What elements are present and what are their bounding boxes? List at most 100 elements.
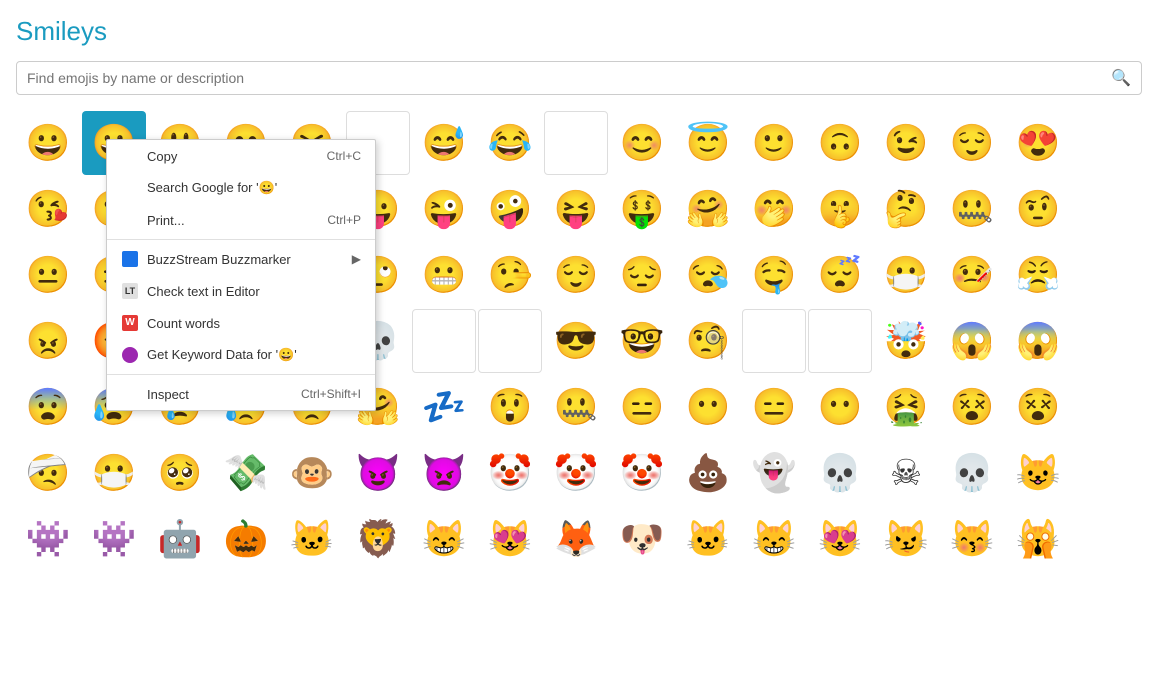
- emoji-cell[interactable]: 🤪: [478, 177, 542, 241]
- emoji-cell[interactable]: 😴: [808, 243, 872, 307]
- emoji-cell[interactable]: 🤨: [1006, 177, 1070, 241]
- search-button[interactable]: 🔍: [1111, 68, 1131, 88]
- search-input[interactable]: [27, 70, 1111, 86]
- emoji-cell[interactable]: 💀: [808, 441, 872, 505]
- context-menu-item-keyword-data[interactable]: Get Keyword Data for '😀': [107, 339, 375, 371]
- emoji-cell[interactable]: 🤤: [742, 243, 806, 307]
- emoji-cell[interactable]: 😵: [1006, 375, 1070, 439]
- emoji-cell[interactable]: 🤗: [676, 177, 740, 241]
- emoji-cell[interactable]: 🤖: [148, 507, 212, 571]
- emoji-cell[interactable]: 😅: [412, 111, 476, 175]
- emoji-cell[interactable]: 🤮: [874, 375, 938, 439]
- emoji-cell[interactable]: 😬: [412, 243, 476, 307]
- emoji-cell[interactable]: 🤓: [610, 309, 674, 373]
- emoji-cell[interactable]: 🧐: [676, 309, 740, 373]
- emoji-cell[interactable]: 😸: [742, 507, 806, 571]
- emoji-cell[interactable]: 🤐: [544, 375, 608, 439]
- emoji-cell[interactable]: 🤒: [940, 243, 1004, 307]
- emoji-cell[interactable]: 😻: [808, 507, 872, 571]
- emoji-cell[interactable]: 😺: [1006, 441, 1070, 505]
- emoji-cell[interactable]: 😸: [412, 507, 476, 571]
- emoji-cell[interactable]: [742, 309, 806, 373]
- emoji-cell[interactable]: 😻: [478, 507, 542, 571]
- emoji-cell[interactable]: 😼: [874, 507, 938, 571]
- emoji-cell[interactable]: 😲: [478, 375, 542, 439]
- emoji-cell[interactable]: 🤑: [610, 177, 674, 241]
- emoji-cell[interactable]: 🐱: [676, 507, 740, 571]
- emoji-cell[interactable]: 😜: [412, 177, 476, 241]
- emoji-cell[interactable]: [544, 111, 608, 175]
- emoji-cell[interactable]: 😊: [610, 111, 674, 175]
- emoji-cell[interactable]: 💸: [214, 441, 278, 505]
- emoji-cell[interactable]: 👿: [412, 441, 476, 505]
- emoji-cell[interactable]: 💀: [940, 441, 1004, 505]
- context-menu-item-copy[interactable]: CopyCtrl+C: [107, 140, 375, 172]
- emoji-cell[interactable]: 🐱: [280, 507, 344, 571]
- emoji-cell[interactable]: 😨: [16, 375, 80, 439]
- emoji-cell[interactable]: 😑: [742, 375, 806, 439]
- emoji-cell[interactable]: 😝: [544, 177, 608, 241]
- context-menu-item-count-words[interactable]: WCount words: [107, 307, 375, 339]
- emoji-cell[interactable]: 🙂: [742, 111, 806, 175]
- emoji-cell[interactable]: 😤: [1006, 243, 1070, 307]
- context-menu-item-buzzstream[interactable]: BuzzStream Buzzmarker▶: [107, 243, 375, 275]
- emoji-cell[interactable]: 😘: [16, 177, 80, 241]
- emoji-cell[interactable]: 😉: [874, 111, 938, 175]
- emoji-cell[interactable]: 🦊: [544, 507, 608, 571]
- emoji-cell[interactable]: 😇: [676, 111, 740, 175]
- emoji-cell[interactable]: 😈: [346, 441, 410, 505]
- emoji-cell[interactable]: 😀: [16, 111, 80, 175]
- emoji-cell[interactable]: 🐵: [280, 441, 344, 505]
- ctx-label-buzzstream: BuzzStream Buzzmarker: [147, 252, 344, 267]
- emoji-cell[interactable]: 😎: [544, 309, 608, 373]
- emoji-cell[interactable]: 🤭: [742, 177, 806, 241]
- emoji-cell[interactable]: 👻: [742, 441, 806, 505]
- emoji-cell[interactable]: 🤫: [808, 177, 872, 241]
- emoji-cell[interactable]: [478, 309, 542, 373]
- emoji-cell[interactable]: 👾: [16, 507, 80, 571]
- emoji-cell[interactable]: 😷: [82, 441, 146, 505]
- emoji-cell[interactable]: 😵: [940, 375, 1004, 439]
- emoji-cell[interactable]: 🤡: [544, 441, 608, 505]
- emoji-cell[interactable]: 😱: [940, 309, 1004, 373]
- emoji-cell[interactable]: 🙀: [1006, 507, 1070, 571]
- emoji-cell[interactable]: 😠: [16, 309, 80, 373]
- emoji-cell[interactable]: 😪: [676, 243, 740, 307]
- emoji-cell[interactable]: 😽: [940, 507, 1004, 571]
- emoji-cell[interactable]: 🤥: [478, 243, 542, 307]
- emoji-cell[interactable]: 😔: [610, 243, 674, 307]
- emoji-cell[interactable]: 😑: [610, 375, 674, 439]
- emoji-cell[interactable]: 🐶: [610, 507, 674, 571]
- emoji-cell[interactable]: [412, 309, 476, 373]
- ctx-icon-keyword-data: [121, 346, 139, 364]
- emoji-cell[interactable]: 💩: [676, 441, 740, 505]
- context-menu-item-check-text[interactable]: LTCheck text in Editor: [107, 275, 375, 307]
- emoji-cell[interactable]: 😌: [940, 111, 1004, 175]
- emoji-cell[interactable]: 😌: [544, 243, 608, 307]
- emoji-cell[interactable]: 😶: [676, 375, 740, 439]
- emoji-cell[interactable]: 🙃: [808, 111, 872, 175]
- emoji-cell[interactable]: 🎃: [214, 507, 278, 571]
- emoji-cell[interactable]: 😍: [1006, 111, 1070, 175]
- emoji-cell[interactable]: ☠: [874, 441, 938, 505]
- emoji-cell[interactable]: 🤡: [478, 441, 542, 505]
- emoji-cell[interactable]: 👾: [82, 507, 146, 571]
- emoji-cell[interactable]: 🤯: [874, 309, 938, 373]
- emoji-cell[interactable]: 🤔: [874, 177, 938, 241]
- emoji-cell[interactable]: [808, 309, 872, 373]
- emoji-cell[interactable]: 😷: [874, 243, 938, 307]
- emoji-cell[interactable]: 🤐: [940, 177, 1004, 241]
- emoji-cell[interactable]: 🤡: [610, 441, 674, 505]
- emoji-cell[interactable]: 😐: [16, 243, 80, 307]
- emoji-cell[interactable]: 😱: [1006, 309, 1070, 373]
- context-menu-item-inspect[interactable]: InspectCtrl+Shift+I: [107, 378, 375, 410]
- emoji-cell[interactable]: 🥺: [148, 441, 212, 505]
- emoji-cell[interactable]: 🦁: [346, 507, 410, 571]
- emoji-cell[interactable]: 😂: [478, 111, 542, 175]
- emoji-cell[interactable]: 💤: [412, 375, 476, 439]
- emoji-cell[interactable]: 😶: [808, 375, 872, 439]
- context-menu-item-search-google[interactable]: Search Google for '😀': [107, 172, 375, 204]
- context-menu-separator: [107, 239, 375, 240]
- context-menu-item-print[interactable]: Print...Ctrl+P: [107, 204, 375, 236]
- emoji-cell[interactable]: 🤕: [16, 441, 80, 505]
